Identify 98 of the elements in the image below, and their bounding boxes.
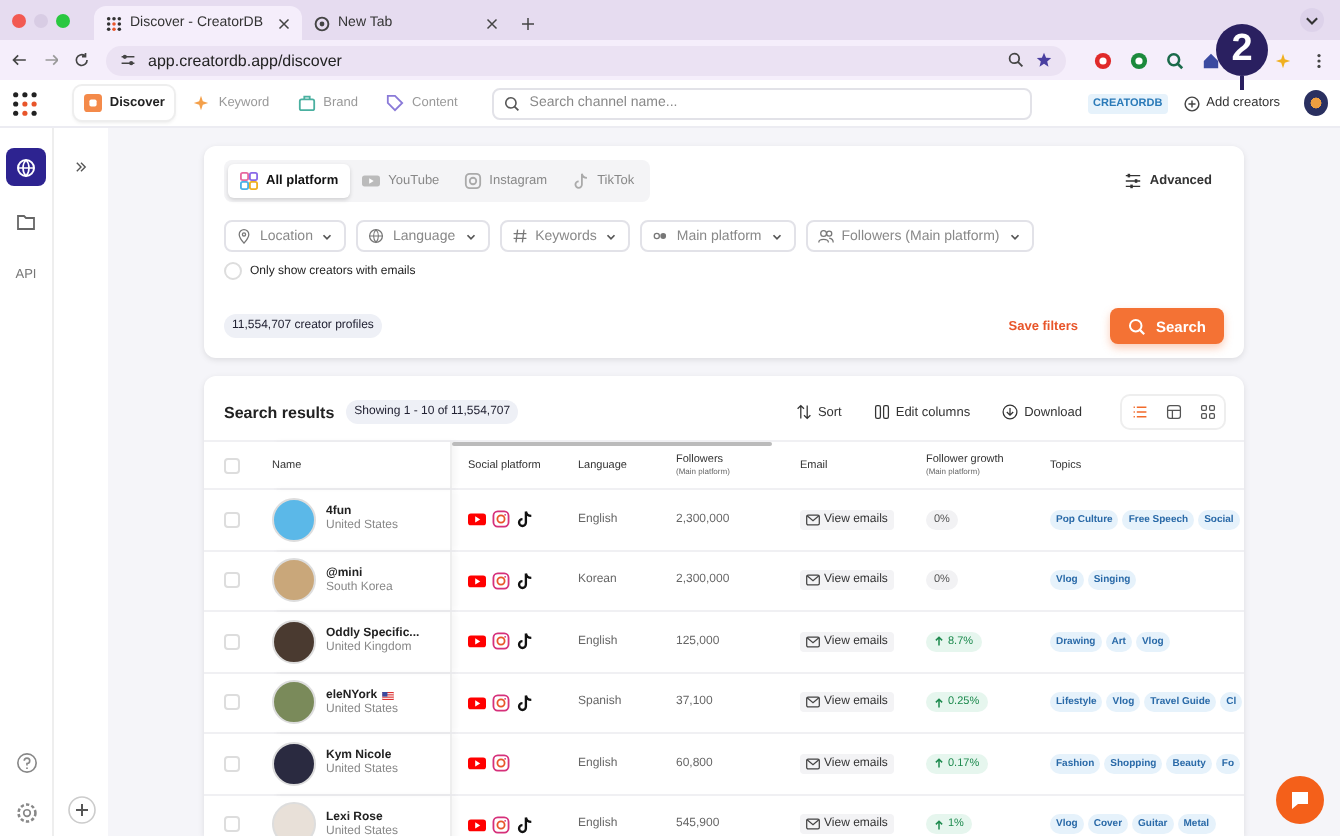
- chevron-down-icon: [463, 229, 478, 243]
- briefcase-icon: [297, 94, 316, 112]
- sliders-icon: [1123, 172, 1142, 190]
- results-title: Search results: [224, 403, 335, 421]
- forward-icon[interactable]: [43, 52, 59, 68]
- row-checkbox[interactable]: [224, 633, 240, 650]
- grid-icon: [106, 15, 122, 31]
- plus-icon: [1184, 95, 1201, 111]
- globe-icon: [314, 15, 330, 31]
- hash-icon: [511, 228, 528, 244]
- folder-icon: [16, 211, 36, 231]
- close-icon[interactable]: [486, 17, 498, 29]
- new-tab-icon[interactable]: [522, 18, 534, 30]
- close-icon[interactable]: [278, 17, 290, 29]
- avatar: [272, 619, 316, 664]
- youtube-icon[interactable]: [468, 510, 486, 529]
- add-icon[interactable]: [67, 796, 95, 824]
- site-settings-icon: [120, 52, 137, 68]
- mail-icon: [806, 696, 820, 709]
- tiktok-icon[interactable]: [516, 632, 534, 651]
- youtube-icon[interactable]: [468, 632, 486, 651]
- mail-icon: [806, 513, 820, 526]
- instagram-icon: [463, 172, 482, 190]
- row-checkbox[interactable]: [224, 755, 240, 772]
- chevron-down-icon: [769, 229, 784, 243]
- sparkle-icon: [192, 94, 211, 112]
- toggle-icon: [652, 228, 669, 244]
- chevron-down-icon: [320, 229, 335, 243]
- row-checkbox[interactable]: [224, 694, 240, 711]
- avatar: [272, 802, 316, 836]
- rail-item[interactable]: [6, 148, 46, 186]
- search-icon: [1127, 317, 1146, 335]
- star-icon[interactable]: [1036, 52, 1053, 68]
- instagram-icon[interactable]: [492, 815, 510, 834]
- mail-icon: [806, 757, 820, 770]
- location-pin-icon: [236, 228, 252, 244]
- url-text: app.creatordb.app/discover: [148, 51, 342, 69]
- arrow-up-icon: [934, 819, 944, 830]
- globe-icon: [16, 157, 36, 177]
- download-icon: [1002, 404, 1019, 420]
- tiktok-icon[interactable]: [516, 815, 534, 834]
- mail-icon: [806, 818, 820, 831]
- instagram-icon[interactable]: [492, 510, 510, 529]
- arrow-up-icon: [934, 697, 944, 708]
- scrollbar[interactable]: [452, 442, 772, 446]
- row-checkbox[interactable]: [224, 511, 240, 528]
- row-checkbox[interactable]: [224, 572, 240, 589]
- people-icon: [817, 228, 834, 244]
- search-icon[interactable]: [1166, 51, 1185, 69]
- app-grid-icon[interactable]: [12, 89, 38, 117]
- globe-icon: [368, 228, 385, 244]
- select-all-checkbox[interactable]: [224, 457, 240, 473]
- avatar: [272, 680, 316, 725]
- sort-icon: [795, 404, 812, 420]
- chevron-down-icon: [604, 229, 619, 243]
- zoom-icon[interactable]: [1008, 52, 1025, 68]
- youtube-icon[interactable]: [468, 693, 486, 712]
- youtube-icon[interactable]: [468, 815, 486, 834]
- youtube-icon: [362, 172, 381, 190]
- list-icon: [1131, 404, 1147, 420]
- expand-icon[interactable]: [74, 160, 88, 174]
- tag-icon: [386, 94, 405, 112]
- extension-icon[interactable]: [1202, 51, 1221, 69]
- tiktok-icon[interactable]: [516, 693, 534, 712]
- chat-bubble-icon: [1288, 788, 1312, 812]
- chevron-down-icon: [1007, 229, 1022, 243]
- arrow-up-icon: [934, 636, 944, 647]
- instagram-icon[interactable]: [492, 693, 510, 712]
- window-controls[interactable]: [12, 13, 70, 27]
- tiktok-icon: [571, 172, 590, 190]
- youtube-icon[interactable]: [468, 754, 486, 773]
- address-bar[interactable]: app.creatordb.app/discover: [106, 45, 1067, 75]
- tiktok-icon[interactable]: [516, 510, 534, 529]
- arrow-up-icon: [934, 758, 944, 769]
- youtube-icon[interactable]: [468, 571, 486, 590]
- user-avatar[interactable]: [1304, 90, 1328, 116]
- grid-icon: [1199, 404, 1215, 420]
- mail-icon: [806, 574, 820, 587]
- chat-button[interactable]: [1276, 776, 1324, 824]
- columns-icon: [873, 404, 890, 420]
- chevron-down-icon[interactable]: [1300, 8, 1324, 32]
- instagram-icon[interactable]: [492, 632, 510, 651]
- instagram-icon[interactable]: [492, 754, 510, 773]
- checkbox[interactable]: [224, 262, 242, 280]
- avatar: [272, 497, 316, 542]
- avatar: [272, 741, 316, 786]
- tiktok-icon[interactable]: [516, 571, 534, 590]
- mail-icon: [806, 635, 820, 648]
- help-icon[interactable]: [15, 752, 37, 774]
- search-icon: [503, 95, 520, 111]
- settings-icon[interactable]: [15, 802, 37, 824]
- table-icon: [1165, 404, 1181, 420]
- row-checkbox[interactable]: [224, 816, 240, 833]
- back-icon[interactable]: [12, 52, 28, 68]
- reload-icon[interactable]: [74, 52, 91, 68]
- instagram-icon[interactable]: [492, 571, 510, 590]
- avatar: [272, 558, 316, 603]
- apps-icon: [240, 172, 258, 190]
